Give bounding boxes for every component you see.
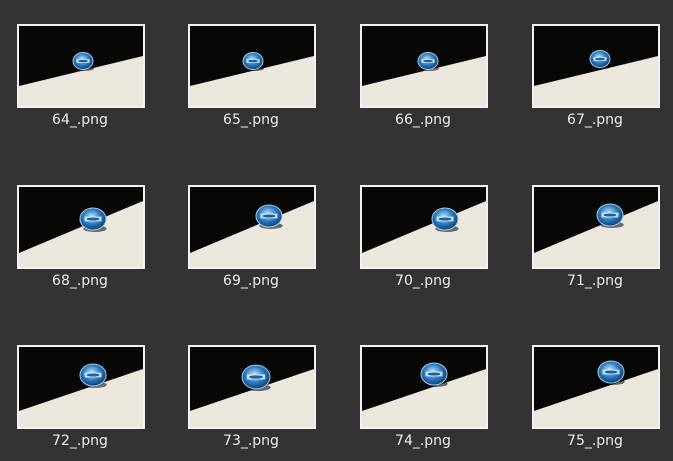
file-item-69[interactable]: 69_.png	[187, 185, 317, 315]
image-thumbnail-icon[interactable]	[532, 24, 660, 108]
file-name-label: 74_.png	[395, 433, 451, 449]
file-grid: 64_.png 65_.png 66_.png 67_.png 68_.png …	[0, 0, 673, 461]
file-item-65[interactable]: 65_.png	[187, 24, 317, 154]
file-name-label: 71_.png	[567, 273, 623, 289]
image-thumbnail-icon[interactable]	[188, 185, 316, 269]
file-item-71[interactable]: 71_.png	[531, 185, 661, 315]
file-item-67[interactable]: 67_.png	[531, 24, 661, 154]
image-thumbnail-icon[interactable]	[360, 24, 488, 108]
image-thumbnail-icon[interactable]	[17, 345, 145, 429]
file-name-label: 68_.png	[52, 273, 108, 289]
image-thumbnail-icon[interactable]	[188, 24, 316, 108]
file-name-label: 65_.png	[223, 112, 279, 128]
image-thumbnail-icon[interactable]	[532, 345, 660, 429]
image-thumbnail-icon[interactable]	[17, 24, 145, 108]
image-thumbnail-icon[interactable]	[360, 345, 488, 429]
image-thumbnail-icon[interactable]	[188, 345, 316, 429]
file-item-74[interactable]: 74_.png	[359, 345, 489, 461]
file-name-label: 73_.png	[223, 433, 279, 449]
file-item-68[interactable]: 68_.png	[16, 185, 146, 315]
file-item-72[interactable]: 72_.png	[16, 345, 146, 461]
image-thumbnail-icon[interactable]	[532, 185, 660, 269]
file-item-75[interactable]: 75_.png	[531, 345, 661, 461]
file-name-label: 72_.png	[52, 433, 108, 449]
file-item-70[interactable]: 70_.png	[359, 185, 489, 315]
file-item-66[interactable]: 66_.png	[359, 24, 489, 154]
file-item-73[interactable]: 73_.png	[187, 345, 317, 461]
file-item-64[interactable]: 64_.png	[16, 24, 146, 154]
image-thumbnail-icon[interactable]	[17, 185, 145, 269]
file-name-label: 69_.png	[223, 273, 279, 289]
file-name-label: 67_.png	[567, 112, 623, 128]
file-name-label: 70_.png	[395, 273, 451, 289]
image-thumbnail-icon[interactable]	[360, 185, 488, 269]
file-name-label: 75_.png	[567, 433, 623, 449]
file-name-label: 64_.png	[52, 112, 108, 128]
file-name-label: 66_.png	[395, 112, 451, 128]
